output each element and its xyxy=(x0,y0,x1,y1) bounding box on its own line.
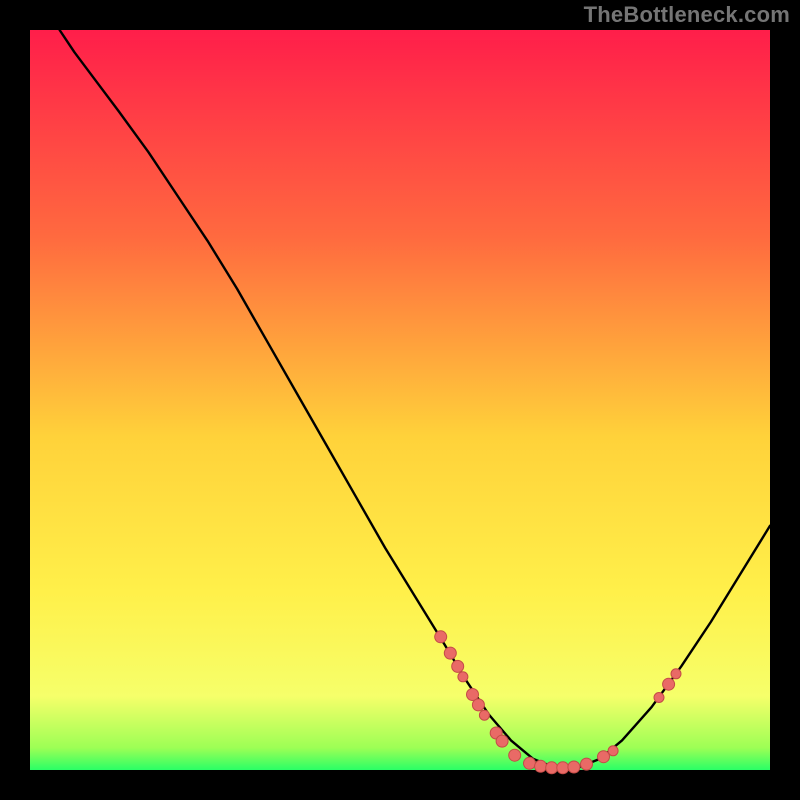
curve-marker xyxy=(608,746,618,756)
curve-marker xyxy=(496,735,508,747)
curve-marker xyxy=(435,631,447,643)
curve-marker xyxy=(472,699,484,711)
curve-marker xyxy=(557,762,569,774)
curve-marker xyxy=(546,762,558,774)
curve-marker xyxy=(654,693,664,703)
curve-marker xyxy=(509,749,521,761)
curve-marker xyxy=(663,678,675,690)
curve-marker xyxy=(444,647,456,659)
curve-marker xyxy=(479,710,489,720)
curve-marker xyxy=(581,758,593,770)
curve-marker xyxy=(568,761,580,773)
curve-marker xyxy=(452,660,464,672)
bottleneck-plot xyxy=(0,0,800,800)
chart-frame: { "watermark": "TheBottleneck.com", "col… xyxy=(0,0,800,800)
curve-marker xyxy=(598,751,610,763)
curve-marker xyxy=(524,757,536,769)
curve-marker xyxy=(535,760,547,772)
curve-marker xyxy=(458,672,468,682)
curve-marker xyxy=(671,669,681,679)
